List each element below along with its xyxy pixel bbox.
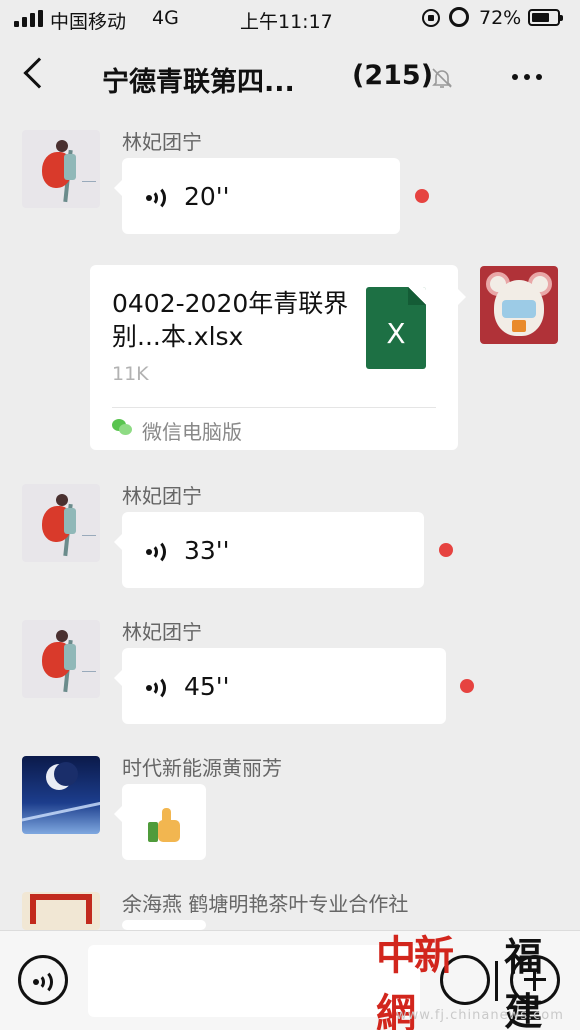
watermark-url: www.fj.chinanews.com <box>396 1008 564 1023</box>
file-message[interactable]: 0402-2020年青联界别...本.xlsx 11K X 微信电脑版 <box>90 265 466 450</box>
battery-level <box>532 13 550 22</box>
sender-name: 林妃团宁 <box>122 620 202 644</box>
battery-percent: 72% <box>479 7 522 29</box>
chat-title: 宁德青联第四... <box>102 67 295 98</box>
voice-duration: 20'' <box>184 182 230 211</box>
battery-icon <box>528 9 563 26</box>
clock: 上午11:17 <box>240 11 333 33</box>
message-input[interactable] <box>88 945 420 1017</box>
avatar[interactable] <box>22 892 100 930</box>
voice-message[interactable]: 45'' <box>114 648 446 724</box>
voice-wave-icon <box>146 539 170 565</box>
voice-wave-icon <box>33 969 57 995</box>
status-bar: 中国移动 4G 上午11:17 72% <box>0 0 580 38</box>
signal-icon <box>14 10 43 27</box>
sender-name: 时代新能源黄丽芳 <box>122 756 282 780</box>
file-size: 11K <box>112 363 149 385</box>
sender-name: 林妃团宁 <box>122 130 202 154</box>
file-name: 0402-2020年青联界别...本.xlsx <box>112 289 349 351</box>
divider <box>112 407 436 408</box>
alarm-icon <box>449 7 469 27</box>
partial-message[interactable] <box>122 920 206 930</box>
wechat-icon <box>112 419 132 435</box>
excel-file-icon: X <box>366 287 426 369</box>
voice-wave-icon <box>146 675 170 701</box>
chat-header: 宁德青联第四... (215) <box>0 38 580 116</box>
emoji-message[interactable] <box>114 784 206 860</box>
voice-input-button[interactable] <box>18 955 68 1005</box>
member-count: (215) <box>352 60 434 91</box>
voice-wave-icon <box>146 185 170 211</box>
avatar[interactable] <box>22 756 100 834</box>
more-options-icon[interactable] <box>512 74 542 80</box>
rotation-lock-icon <box>422 9 440 27</box>
voice-message[interactable]: 20'' <box>114 158 400 234</box>
avatar[interactable] <box>22 620 100 698</box>
voice-duration: 45'' <box>184 672 230 701</box>
watermark-separator <box>495 961 499 1001</box>
avatar[interactable] <box>22 130 100 208</box>
voice-duration: 33'' <box>184 536 230 565</box>
unread-dot <box>415 189 429 203</box>
back-icon[interactable] <box>23 57 55 89</box>
voice-message[interactable]: 33'' <box>114 512 424 588</box>
watermark-logo: 中新網 福建 <box>376 932 580 1030</box>
avatar[interactable] <box>480 266 558 344</box>
unread-dot <box>460 679 474 693</box>
avatar[interactable] <box>22 484 100 562</box>
mute-bell-icon <box>432 68 452 88</box>
sender-name: 林妃团宁 <box>122 484 202 508</box>
thumbs-up-icon <box>148 808 182 842</box>
sender-name: 余海燕 鹤塘明艳茶叶专业合作社 <box>122 892 409 916</box>
file-source-label: 微信电脑版 <box>142 420 242 444</box>
network-label: 4G <box>152 7 179 29</box>
carrier-label: 中国移动 <box>50 11 127 33</box>
unread-dot <box>439 543 453 557</box>
